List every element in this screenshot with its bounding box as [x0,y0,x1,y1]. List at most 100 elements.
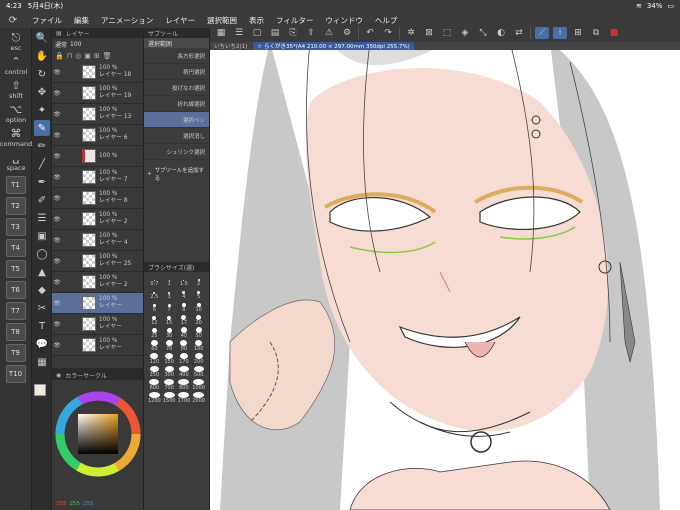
fill-icon[interactable]: ◈ [458,27,472,39]
layer-row[interactable]: 👁 100 % レイヤー 8 [52,188,143,209]
brush-size-option[interactable]: 6 [148,301,161,313]
sub-tool-item[interactable]: 楕円選択 [144,64,209,80]
layer-row[interactable]: 👁 100 % レイヤー 25 [52,251,143,272]
layer-row[interactable]: 👁 100 % レイヤー 19 [52,83,143,104]
brush-size-option[interactable]: 1 [163,275,176,287]
main-color-swatch[interactable] [34,384,46,396]
brush-size-option[interactable]: 80 [178,340,191,352]
selection-pen-tool-icon[interactable]: ✎ [34,120,50,136]
modifier-control[interactable]: ⌃ control [2,56,30,77]
layer-row[interactable]: 👁 100 % レイヤー [52,335,143,356]
brush-size-option[interactable]: 8 [178,301,191,313]
layer-row[interactable]: 👁 100 % レイヤー 2 [52,209,143,230]
modifier-esc[interactable]: ⎋ esc [2,32,30,53]
brush-size-option[interactable]: 300 [163,366,176,378]
brush-size-option[interactable]: 0.7 [148,275,161,287]
brush-size-option[interactable]: 15 [163,314,176,326]
eye-icon[interactable]: 👁 [52,111,62,118]
magic-wand-icon[interactable]: ✦ [34,102,50,118]
sub-tool-item[interactable]: 折れ線選択 [144,96,209,112]
brush-size-option[interactable]: 20 [192,314,205,326]
artwork[interactable] [210,42,680,510]
menu-icon[interactable]: ☰ [232,27,246,39]
mask-icon[interactable]: ▣ [84,52,91,60]
tool-key-t7[interactable]: T7 [5,302,26,320]
layer-row[interactable]: 👁 100 % レイヤー [52,293,143,314]
color-swatches[interactable] [34,384,51,404]
layer-row[interactable]: 👁 100 % レイヤー [52,314,143,335]
undo-icon[interactable]: ↶ [363,27,377,39]
layer-row[interactable]: 👁 100 % レイヤー 7 [52,167,143,188]
crop-icon[interactable]: ⬚ [440,27,454,39]
brush-size-option[interactable]: 30 [163,327,176,339]
layer-row[interactable]: 👁 100 % レイヤー 4 [52,230,143,251]
brush-size-option[interactable]: 1.5 [178,275,191,287]
brush-size-option[interactable]: 60 [148,340,161,352]
color-wheel[interactable] [52,380,144,492]
brush-size-option[interactable]: 250 [148,366,161,378]
color-square-icon[interactable]: ■ [607,27,621,39]
brush-size-option[interactable]: 17 [178,314,191,326]
eye-icon[interactable]: 👁 [52,69,62,76]
balloon-tool-icon[interactable]: 💬 [34,336,50,352]
eye-icon[interactable]: 👁 [52,258,62,265]
clip-icon[interactable]: ⊓ [67,52,72,60]
sub-tool-item[interactable]: 長方形選択 [144,48,209,64]
new-file-icon[interactable]: ▢ [250,27,264,39]
eye-icon[interactable]: 👁 [52,153,62,160]
layer-row[interactable]: 👁 100 % レイヤー 13 [52,104,143,125]
canvas[interactable] [210,42,680,510]
hand-tool-icon[interactable]: ✋ [34,48,50,64]
eye-icon[interactable]: 👁 [52,237,62,244]
document-tab[interactable]: いちいち2(1) [214,42,247,50]
brush-size-option[interactable]: 10 [192,301,205,313]
eye-icon[interactable]: 👁 [52,321,62,328]
redo-icon[interactable]: ↷ [381,27,395,39]
grid-icon[interactable]: ▦ [214,27,228,39]
app-logo-icon[interactable]: ⟳ [0,15,26,26]
eye-icon[interactable]: 👁 [52,174,62,181]
brush-size-option[interactable]: 40 [178,327,191,339]
layer-row[interactable]: 👁 100 % レイヤー 18 [52,62,143,83]
layer-row[interactable]: 👁 100 % [52,146,143,167]
brush-size-option[interactable]: 50 [192,327,205,339]
eye-icon[interactable]: 👁 [52,300,62,307]
loading-icon[interactable]: ✲ [404,27,418,39]
tool-key-t1[interactable]: T1 [5,176,26,194]
brush-size-option[interactable]: 150 [163,353,176,365]
brush-size-option[interactable]: 170 [178,353,191,365]
modifier-option[interactable]: ⌥ option [2,104,30,125]
tool-key-t4[interactable]: T4 [5,239,26,257]
opacity-value[interactable]: 100 [70,41,81,48]
airbrush-tool-icon[interactable]: ✐ [34,192,50,208]
tool-key-t3[interactable]: T3 [5,218,26,236]
brush-size-option[interactable]: 800 [178,379,191,391]
reference-icon[interactable]: ◎ [75,52,81,60]
brush-size-option[interactable]: 7 [163,301,176,313]
rotate-tool-icon[interactable]: ↻ [34,66,50,82]
brush-size-option[interactable]: 200 [192,353,205,365]
brush-size-option[interactable]: 500 [192,366,205,378]
brush-tool-icon[interactable]: ✒ [34,174,50,190]
eye-icon[interactable]: 👁 [52,279,62,286]
ruler-icon[interactable]: ⊞ [94,52,100,60]
settings-icon[interactable]: ⚙ [340,27,354,39]
menu-layer[interactable]: レイヤー [159,15,201,26]
brush-size-option[interactable]: 600 [148,379,161,391]
add-sub-tool-row[interactable]: + サブツールを追加する [144,160,209,188]
grid-snap-icon[interactable]: ⊞ [571,27,585,39]
pattern-tool-icon[interactable]: ☰ [34,210,50,226]
menu-animation[interactable]: アニメーション [95,15,159,26]
layer-row[interactable]: 👁 100 % レイヤー 6 [52,125,143,146]
brush-size-tab[interactable]: ブラシサイズ(選) [144,262,209,272]
ruler-snap-icon[interactable]: ⟋ [535,27,549,39]
layer-panel-tab[interactable]: ▤ レイヤー [52,28,143,38]
menu-file[interactable]: ファイル [26,15,68,26]
zoom-tool-icon[interactable]: 🔍 [34,30,50,46]
modifier-space[interactable]: ␣ space [2,152,30,173]
lock-icon[interactable]: 🔒 [55,52,64,60]
brush-size-option[interactable]: 12 [148,314,161,326]
pencil-tool-icon[interactable]: ✏ [34,138,50,154]
export-icon[interactable]: ⎘ [286,27,300,39]
brush-size-option[interactable]: 100 [192,340,205,352]
